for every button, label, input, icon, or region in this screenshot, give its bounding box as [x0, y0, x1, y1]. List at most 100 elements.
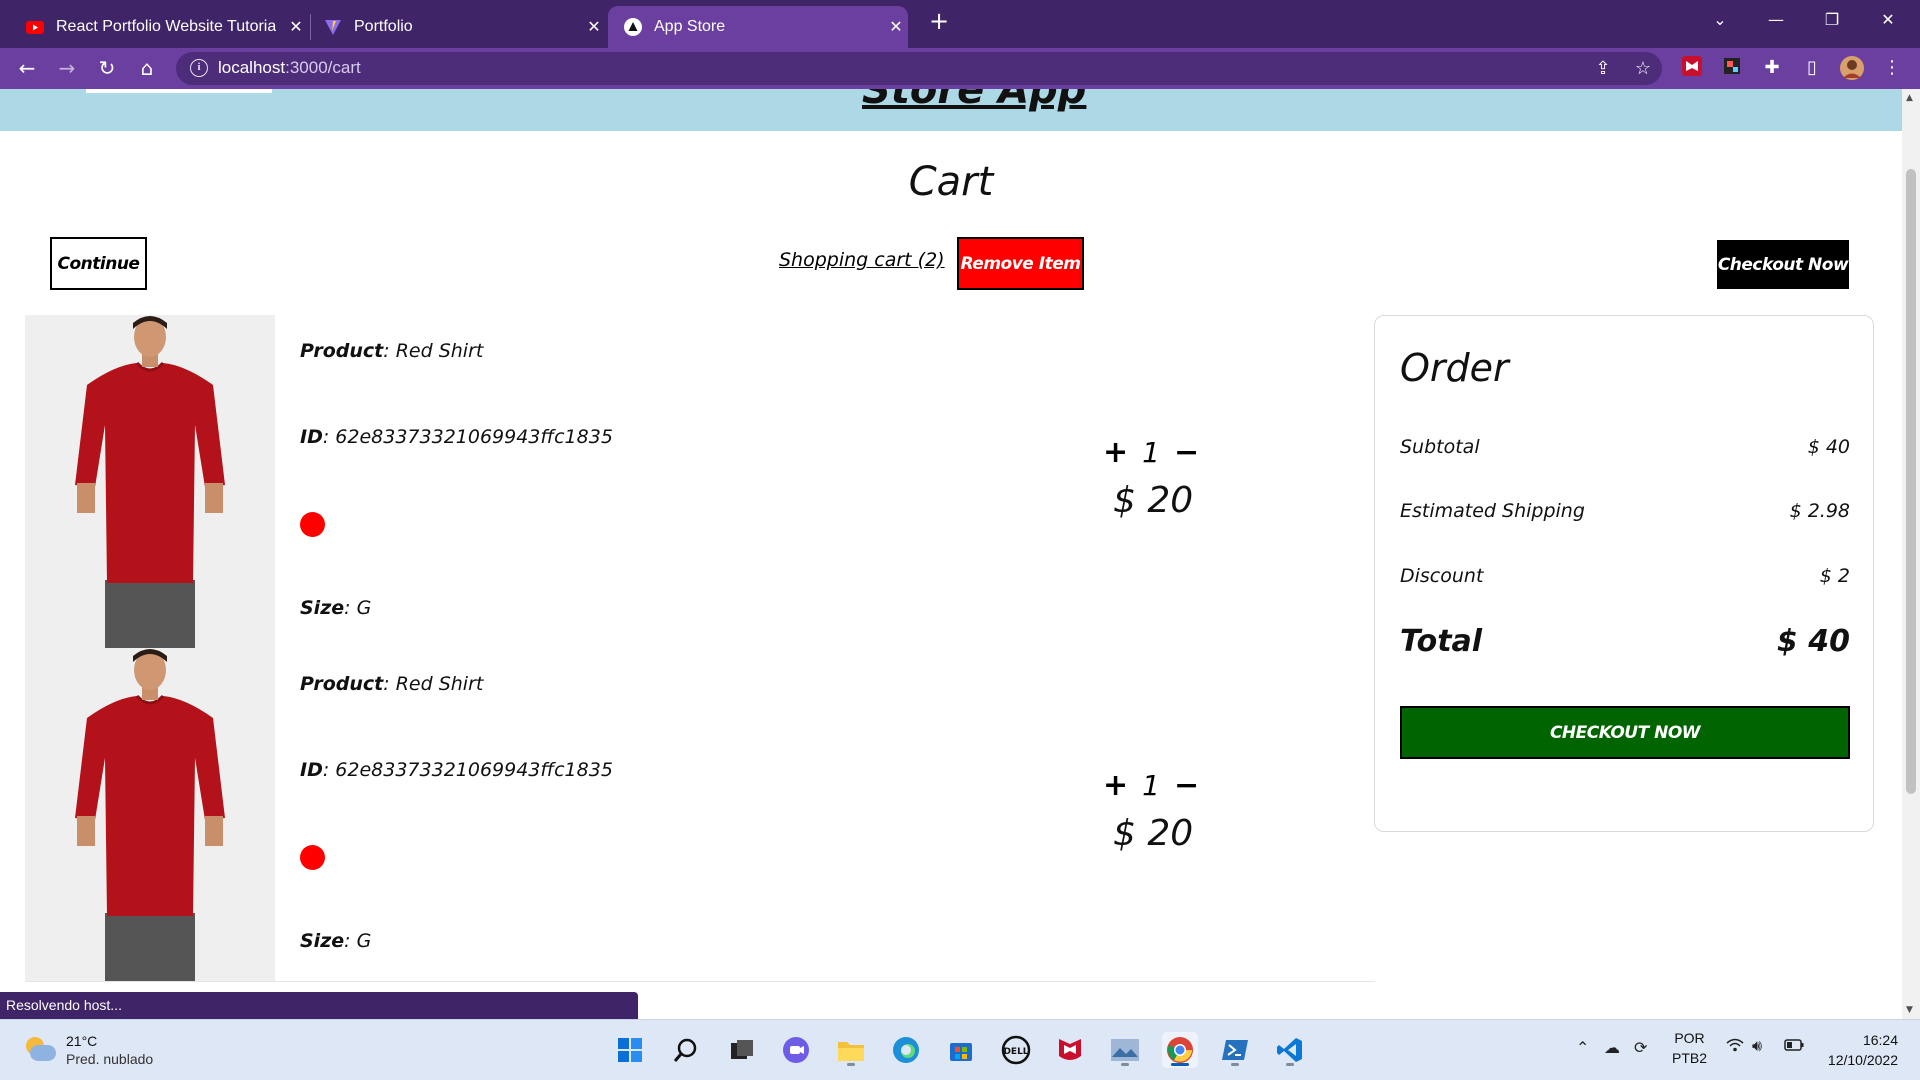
battery-icon[interactable] — [1784, 1038, 1804, 1056]
color-swatch — [300, 512, 325, 537]
subtotal-value: $ 40 — [1807, 436, 1850, 458]
cart-item: Product: Red Shirt ID: 62e83373321069943… — [25, 648, 1375, 981]
volume-icon[interactable]: 🔊︎ — [1752, 1038, 1762, 1056]
mcafee-icon[interactable] — [1052, 1032, 1088, 1068]
discount-row: Discount $ 2 — [1400, 565, 1850, 587]
clock-date: 12/10/2022 — [1827, 1052, 1898, 1068]
photos-icon[interactable] — [1107, 1032, 1143, 1068]
info-icon[interactable]: i — [190, 59, 208, 77]
quantity-stepper: + 1 − — [1103, 435, 1199, 470]
scroll-up-icon[interactable]: ▲ — [1906, 93, 1913, 103]
divider — [25, 981, 1375, 982]
subtotal-row: Subtotal $ 40 — [1400, 436, 1850, 458]
url-host: localhost — [218, 58, 286, 77]
size-label: Size — [300, 597, 345, 619]
product-size-value: G — [356, 597, 372, 619]
increment-button[interactable]: + — [1103, 768, 1128, 803]
tab-title: App Store — [654, 18, 726, 35]
tab-react-portfolio[interactable]: React Portfolio Website Tutorial | ✕ — [16, 6, 308, 48]
app-store-icon — [624, 18, 642, 36]
system-clock[interactable]: 16:24 12/10/2022 — [1828, 1030, 1898, 1070]
microsoft-store-icon[interactable] — [943, 1032, 979, 1068]
address-bar[interactable]: i localhost:3000/cart ⇪ ☆ — [176, 52, 1662, 85]
mcafee-extension-icon[interactable] — [1680, 56, 1704, 80]
decrement-button[interactable]: − — [1174, 768, 1199, 803]
tab-search-icon[interactable]: ⌄ — [1692, 0, 1748, 40]
total-value: $ 40 — [1776, 624, 1850, 659]
product-id: ID: 62e83373321069943ffc1835 — [300, 426, 613, 448]
tab-portfolio[interactable]: Portfolio ✕ — [314, 6, 606, 48]
close-icon[interactable]: ✕ — [884, 17, 908, 37]
order-checkout-button[interactable]: CHECKOUT NOW — [1400, 706, 1850, 759]
onedrive-icon[interactable]: ☁ — [1604, 1038, 1620, 1058]
edge-icon[interactable] — [888, 1032, 924, 1068]
vite-icon — [324, 18, 342, 36]
order-title: Order — [1400, 346, 1509, 390]
clock-time: 16:24 — [1862, 1032, 1898, 1048]
reload-icon[interactable]: ↻ — [92, 53, 122, 83]
restore-icon[interactable]: ❐ — [1804, 0, 1860, 40]
decrement-button[interactable]: − — [1174, 435, 1199, 470]
tab-app-store[interactable]: App Store ✕ — [608, 6, 908, 48]
wifi-icon[interactable] — [1726, 1038, 1744, 1057]
id-label: ID — [300, 426, 323, 448]
youtube-icon — [26, 18, 44, 36]
browser-menu-icon[interactable]: ⋮ — [1880, 56, 1904, 80]
close-window-icon[interactable]: ✕ — [1860, 0, 1916, 40]
bookmark-star-icon[interactable]: ☆ — [1632, 58, 1654, 80]
file-explorer-icon[interactable] — [833, 1032, 869, 1068]
color-swatch — [300, 845, 325, 870]
extensions-puzzle-icon[interactable]: ✚ — [1760, 56, 1784, 80]
item-price: $ 20 — [1113, 480, 1194, 521]
windows-start-icon[interactable] — [612, 1032, 648, 1068]
search-field-edge[interactable] — [86, 89, 272, 93]
increment-button[interactable]: + — [1103, 435, 1128, 470]
scroll-down-icon[interactable]: ▼ — [1906, 1005, 1913, 1015]
search-icon[interactable] — [668, 1032, 704, 1068]
shipping-row: Estimated Shipping $ 2.98 — [1400, 500, 1850, 522]
browser-toolbar: ← → ↻ ⌂ i localhost:3000/cart ⇪ ☆ ✚ ▯ ⋮ — [0, 48, 1920, 89]
size-label: Size — [300, 930, 345, 952]
product-image — [25, 315, 275, 648]
product-size: Size: G — [300, 597, 372, 619]
site-logo[interactable]: Store App — [862, 89, 1086, 113]
chevron-up-icon[interactable]: ⌃ — [1576, 1038, 1589, 1058]
tab-title: Portfolio — [354, 18, 413, 35]
forward-icon[interactable]: → — [52, 53, 82, 83]
quantity-stepper: + 1 − — [1103, 768, 1199, 803]
dell-icon[interactable]: DELL — [998, 1032, 1034, 1068]
total-row: Total $ 40 — [1400, 624, 1850, 659]
product-label: Product — [300, 340, 384, 362]
back-icon[interactable]: ← — [12, 53, 42, 83]
weather-widget[interactable]: 21°C Pred. nublado — [22, 1032, 153, 1068]
powershell-icon[interactable] — [1217, 1032, 1253, 1068]
quantity-value: 1 — [1142, 769, 1160, 802]
profile-avatar[interactable] — [1840, 56, 1864, 80]
scrollbar-thumb[interactable] — [1906, 169, 1916, 794]
product-name: Product: Red Shirt — [300, 340, 484, 362]
share-icon[interactable]: ⇪ — [1592, 58, 1614, 80]
checkout-now-button[interactable]: Checkout Now — [1717, 240, 1849, 289]
close-icon[interactable]: ✕ — [284, 17, 308, 37]
sync-icon[interactable]: ⟳ — [1634, 1038, 1647, 1058]
page-scrollbar[interactable]: ▲ ▼ — [1902, 89, 1920, 1019]
close-icon[interactable]: ✕ — [582, 17, 606, 37]
task-view-icon[interactable] — [724, 1032, 760, 1068]
language-indicator[interactable]: POR PTB2 — [1672, 1028, 1707, 1068]
continue-button[interactable]: Continue — [50, 237, 147, 290]
home-icon[interactable]: ⌂ — [132, 53, 162, 83]
pixel-extension-icon[interactable] — [1720, 56, 1744, 80]
new-tab-button[interactable]: + — [924, 6, 954, 36]
side-panel-icon[interactable]: ▯ — [1800, 56, 1824, 80]
chat-icon[interactable] — [778, 1032, 814, 1068]
remove-item-button[interactable]: Remove Item — [957, 237, 1084, 290]
vscode-icon[interactable] — [1272, 1032, 1308, 1068]
quantity-value: 1 — [1142, 436, 1160, 469]
product-size-value: G — [356, 930, 372, 952]
minimize-icon[interactable]: — — [1748, 0, 1804, 40]
url-text[interactable]: localhost:3000/cart — [218, 58, 361, 78]
shopping-cart-link[interactable]: Shopping cart (2) — [779, 249, 945, 271]
chrome-icon[interactable] — [1162, 1032, 1198, 1068]
total-label: Total — [1400, 624, 1483, 659]
product-id: ID: 62e83373321069943ffc1835 — [300, 759, 613, 781]
